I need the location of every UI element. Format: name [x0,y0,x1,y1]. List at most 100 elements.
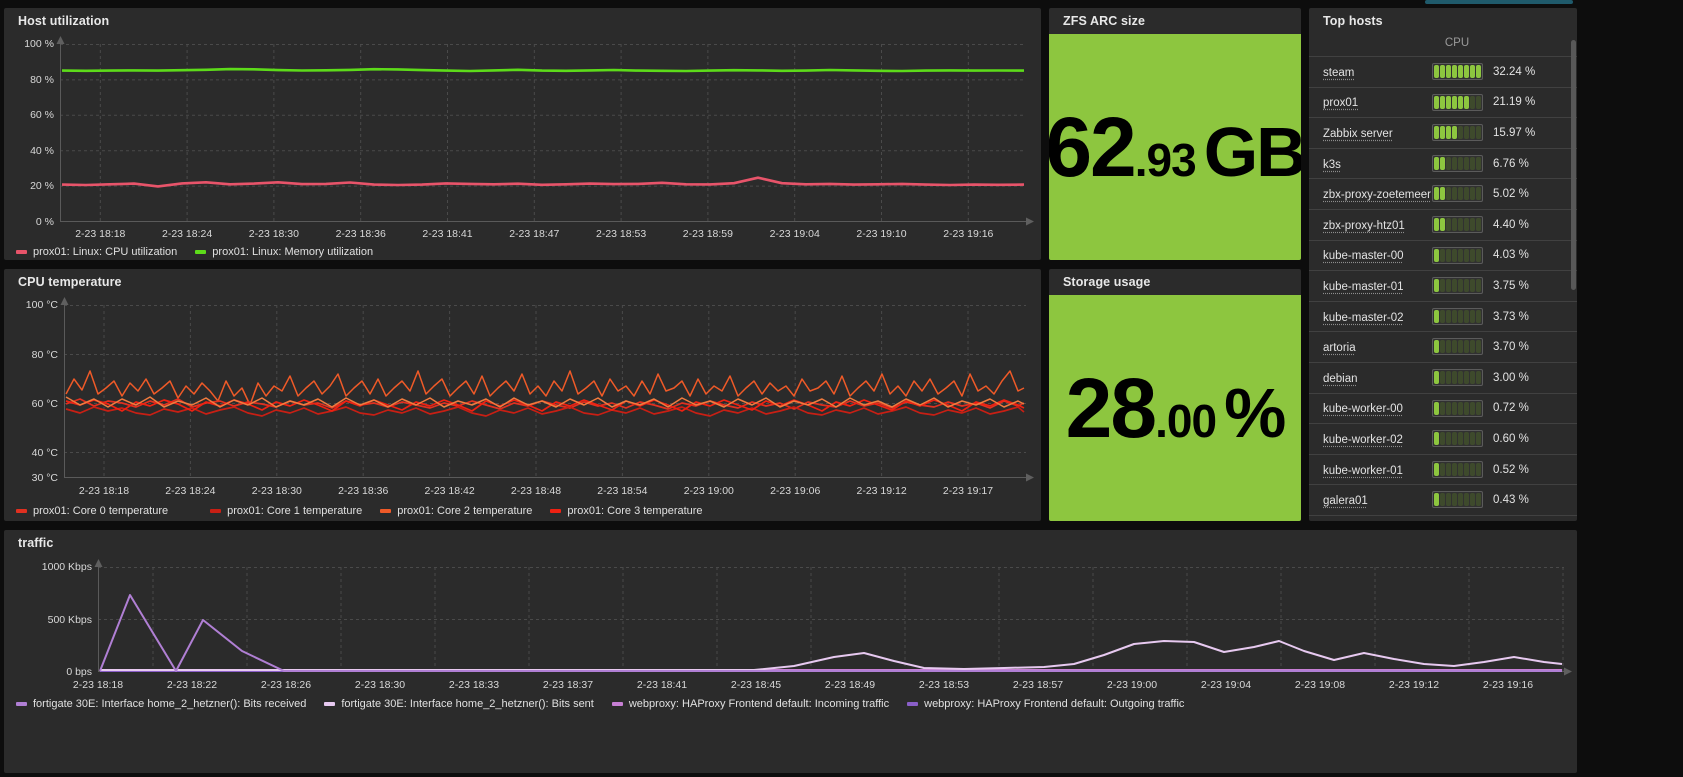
gauge-segment [1445,401,1451,415]
traffic-chart: 1000 Kbps 500 Kbps 0 bps 2-23 18:18 2-23… [4,556,1577,773]
xtick: 2-23 18:48 [510,485,562,497]
host-link[interactable]: debian [1309,373,1358,385]
ytick: 80 % [30,73,54,86]
widget-traffic: traffic 1000 Kbps 500 Kbps 0 bps 2-23 18… [4,530,1577,773]
top-hosts-header-row: CPU [1309,34,1577,57]
top-hosts-value-cell: 5.02 % [1493,178,1577,210]
gauge-segment [1439,340,1445,354]
column-header-cpu[interactable]: CPU [1421,34,1493,57]
gauge-segment [1439,218,1445,232]
gauge-segment [1433,156,1439,170]
legend-item[interactable]: webproxy: HAProxy Frontend default: Outg… [907,698,1184,710]
table-row: kube-master-00 4.03 % [1309,240,1577,272]
gauge-segment [1445,248,1451,262]
cpu-gauge [1431,307,1483,325]
xtick: 2-23 18:57 [1012,679,1064,691]
legend-item[interactable]: fortigate 30E: Interface home_2_hetzner(… [16,698,306,710]
legend-item[interactable]: prox01: Linux: CPU utilization [16,246,177,258]
gauge-segment [1439,493,1445,507]
host-link[interactable]: kube-master-01 [1309,281,1404,293]
gauge-segment [1463,65,1469,79]
top-hosts-host-cell: k3s [1309,148,1421,180]
gauge-segment [1463,95,1469,109]
traffic-plot [94,559,1572,676]
gauge-segment [1433,248,1439,262]
gauge-segment [1469,493,1475,507]
legend-item[interactable]: webproxy: HAProxy Frontend default: Inco… [611,698,889,710]
host-link[interactable]: kube-master-02 [1309,312,1404,324]
top-hosts-host-cell: kube-worker-01 [1309,454,1421,486]
ytick: 100 °C [25,299,58,311]
legend-label: webproxy: HAProxy Frontend default: Outg… [924,698,1185,710]
host-link[interactable]: Zabbix server [1309,128,1393,140]
legend-label: prox01: Core 3 temperature [567,505,703,517]
xtick: 2-23 18:18 [78,485,130,497]
gauge-segment [1469,309,1475,323]
gauge-segment [1451,126,1457,140]
gauge-segment [1475,432,1481,446]
host-link[interactable]: zbx-proxy-htz01 [1309,220,1405,232]
legend-item[interactable]: prox01: Core 0 temperature [16,505,168,517]
host-link[interactable]: kube-master-00 [1309,250,1404,262]
gauge-segment [1439,309,1445,323]
gauge-segment [1469,462,1475,476]
top-hosts-gauge-cell [1421,301,1493,333]
legend-item[interactable]: fortigate 30E: Interface home_2_hetzner(… [324,698,594,710]
xtick: 2-23 18:24 [161,228,213,240]
gauge-segment [1469,156,1475,170]
gauge-segment [1457,371,1463,384]
legend-item[interactable]: prox01: Core 2 temperature [380,505,532,517]
gauge-segment [1445,340,1451,354]
top-hosts-host-cell: kube-master-00 [1309,240,1421,272]
gauge-segment [1469,340,1475,354]
host-link[interactable]: k3s [1309,159,1341,171]
host-link[interactable]: kube-worker-01 [1309,465,1403,477]
table-row: Zabbix server 15.97 % [1309,117,1577,149]
top-hosts-host-cell: kube-worker-02 [1309,423,1421,455]
gauge-segment [1475,371,1481,384]
storage-usage-title: Storage usage [1063,275,1151,289]
top-hosts-gauge-cell [1421,423,1493,455]
top-hosts-scrollbar[interactable] [1571,40,1576,290]
host-link[interactable]: zbx-proxy-zoetemeer [1309,189,1431,201]
gauge-segment [1469,279,1475,293]
top-hosts-value-cell: 3.00 % [1493,362,1577,394]
host-utilization-legend: prox01: Linux: CPU utilization prox01: L… [16,246,391,258]
host-link[interactable]: galera01 [1309,495,1368,507]
gauge-segment [1463,218,1469,232]
gauge-segment [1445,187,1451,201]
column-header-host[interactable] [1309,34,1421,57]
legend-item[interactable]: prox01: Core 3 temperature [550,505,703,517]
zfs-arc-size-integer: 62 [1049,100,1137,194]
column-header-value[interactable] [1493,34,1577,57]
dashboard: Host utilization 100 % 80 % 60 % 40 % 20… [0,0,1683,777]
gauge-segment [1469,371,1475,384]
host-link[interactable]: kube-worker-02 [1309,434,1403,446]
table-row: zbx-proxy-htz01 4.40 % [1309,209,1577,241]
traffic-yaxis: 1000 Kbps 500 Kbps 0 bps [4,556,92,773]
gauge-segment [1433,65,1439,79]
host-link[interactable]: artoria [1309,342,1356,354]
xtick: 2-23 19:12 [1388,679,1440,691]
host-link[interactable]: prox01 [1309,97,1358,109]
top-hosts-gauge-cell [1421,393,1493,425]
gauge-segment [1445,432,1451,446]
gauge-segment [1457,156,1463,170]
legend-item[interactable]: prox01: Core 1 temperature [210,505,362,517]
gauge-segment [1451,156,1457,170]
host-link[interactable]: kube-worker-00 [1309,403,1403,415]
ytick: 0 % [35,215,54,228]
ytick: 40 % [30,144,54,157]
ytick: 20 % [30,180,54,193]
gauge-segment [1445,462,1451,476]
legend-item[interactable]: prox01: Linux: Memory utilization [195,246,373,258]
legend-color-swatch [324,702,336,706]
gauge-segment [1451,95,1457,109]
top-hosts-gauge-cell [1421,331,1493,363]
top-hosts-body[interactable]: CPU steam 32.24 % prox01 21.19 % Zabbix serv… [1309,34,1577,521]
host-link[interactable]: steam [1309,67,1354,79]
legend-color-swatch [380,509,392,513]
gauge-segment [1451,279,1457,293]
gauge-segment [1457,126,1463,140]
top-hosts-host-cell: artoria [1309,331,1421,363]
